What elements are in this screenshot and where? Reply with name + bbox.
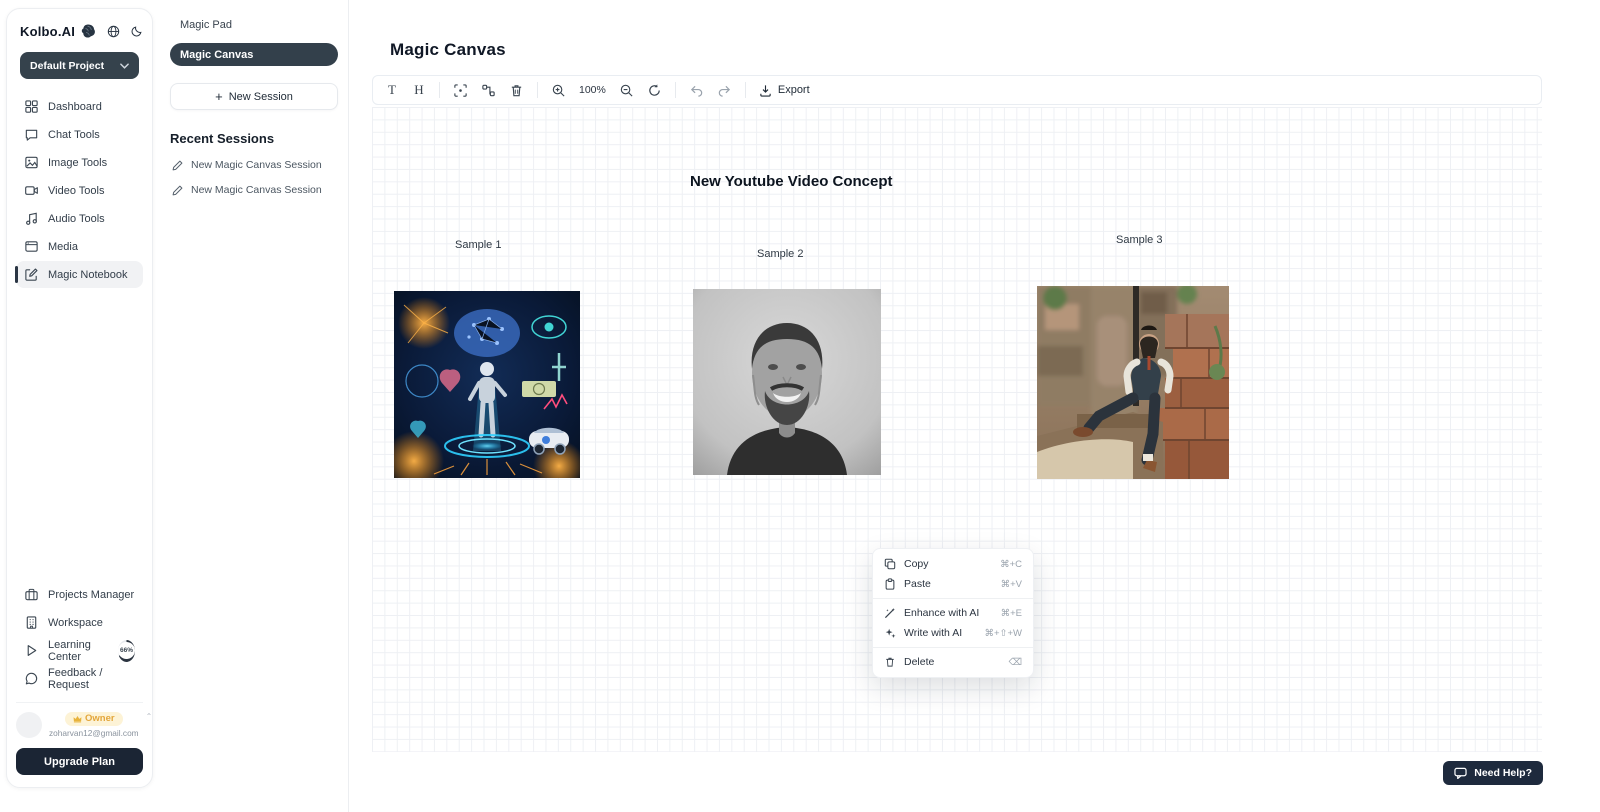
need-help-button[interactable]: Need Help?: [1443, 761, 1543, 785]
project-selector-label: Default Project: [30, 60, 104, 72]
learning-progress-ring: 66%: [118, 640, 135, 662]
magic-canvas-grid[interactable]: New Youtube Video Concept Sample 1 Sampl…: [372, 107, 1542, 752]
play-icon: [24, 643, 39, 658]
sidebar-nav: Dashboard Chat Tools Image Tools Video T…: [16, 93, 143, 288]
paste-icon: [884, 578, 896, 590]
canvas-text-title[interactable]: New Youtube Video Concept: [690, 173, 893, 190]
image-icon: [24, 155, 39, 170]
new-session-button[interactable]: + New Session: [170, 83, 338, 110]
plus-icon: +: [215, 89, 223, 104]
sparkles-icon: [884, 627, 896, 639]
panel-item-magic-canvas[interactable]: Magic Canvas: [170, 43, 338, 66]
media-icon: [24, 239, 39, 254]
context-menu-divider: [873, 647, 1033, 648]
download-icon: [759, 84, 772, 97]
text-tool-button[interactable]: T: [385, 82, 399, 98]
app-logo: Kolbo.AI: [20, 24, 75, 39]
briefcase-icon: [24, 587, 39, 602]
context-menu-paste[interactable]: Paste ⌘+V: [873, 574, 1033, 594]
sidebar-header: Kolbo.AI: [16, 23, 143, 39]
sidebar-bottom-nav: Projects Manager Workspace Learning Cent…: [16, 581, 143, 692]
chat-icon: [24, 127, 39, 142]
copy-icon: [884, 558, 896, 570]
panel-item-magic-pad[interactable]: Magic Pad: [170, 14, 338, 36]
select-area-icon[interactable]: [453, 83, 468, 98]
sidebar-item-workspace[interactable]: Workspace: [16, 609, 143, 636]
sidebar-item-image-tools[interactable]: Image Tools: [16, 149, 143, 176]
context-menu-divider: [873, 598, 1033, 599]
sidebar-item-media[interactable]: Media: [16, 233, 143, 260]
connector-nodes-icon[interactable]: [481, 83, 496, 98]
user-menu-caret-icon: ⌃: [146, 712, 153, 721]
sidebar-item-audio-tools[interactable]: Audio Tools: [16, 205, 143, 232]
canvas-text-sample-2[interactable]: Sample 2: [757, 248, 803, 260]
sidebar-item-learning-center[interactable]: Learning Center 66%: [16, 637, 143, 664]
context-menu-delete[interactable]: Delete ⌫: [873, 652, 1033, 672]
context-menu: Copy ⌘+C Paste ⌘+V Enhance with AI ⌘+E W…: [872, 548, 1034, 678]
heading-tool-button[interactable]: H: [412, 82, 426, 98]
redo-icon[interactable]: [717, 83, 732, 98]
panel-divider: [348, 0, 349, 812]
page-title: Magic Canvas: [390, 40, 506, 60]
project-selector[interactable]: Default Project: [20, 52, 139, 79]
magic-wand-icon: [884, 607, 896, 619]
building-icon: [24, 615, 39, 630]
context-menu-copy[interactable]: Copy ⌘+C: [873, 554, 1033, 574]
video-icon: [24, 183, 39, 198]
brain-logo-icon: [80, 23, 97, 39]
sidebar: Kolbo.AI Default Project Dashboard Chat …: [6, 8, 153, 788]
sidebar-item-projects-manager[interactable]: Projects Manager: [16, 581, 143, 608]
sidebar-item-chat-tools[interactable]: Chat Tools: [16, 121, 143, 148]
dashboard-icon: [24, 99, 39, 114]
reset-view-icon[interactable]: [647, 83, 662, 98]
sidebar-item-magic-notebook[interactable]: Magic Notebook: [16, 261, 143, 288]
session-item[interactable]: New Magic Canvas Session: [170, 159, 338, 171]
zoom-out-icon[interactable]: [619, 83, 634, 98]
zoom-in-icon[interactable]: [551, 83, 566, 98]
music-note-icon: [24, 211, 39, 226]
pencil-icon: [172, 185, 183, 196]
crown-icon: [73, 715, 82, 723]
sidebar-item-feedback-request[interactable]: Feedback / Request: [16, 665, 143, 692]
sidebar-item-dashboard[interactable]: Dashboard: [16, 93, 143, 120]
sidebar-item-video-tools[interactable]: Video Tools: [16, 177, 143, 204]
canvas-image-ai-robot[interactable]: [394, 291, 580, 478]
context-menu-enhance-with-ai[interactable]: Enhance with AI ⌘+E: [873, 603, 1033, 623]
trash-icon[interactable]: [509, 83, 524, 98]
trash-icon: [884, 656, 896, 668]
pencil-icon: [172, 160, 183, 171]
canvas-image-portrait[interactable]: [693, 289, 881, 475]
upgrade-plan-button[interactable]: Upgrade Plan: [16, 748, 143, 775]
export-button[interactable]: Export: [759, 84, 810, 97]
zoom-level: 100%: [579, 84, 606, 96]
canvas-text-sample-3[interactable]: Sample 3: [1116, 234, 1162, 246]
help-chat-icon: [1454, 767, 1467, 779]
user-email: zoharvan12@gmail.com: [49, 728, 139, 738]
chevron-down-icon: [120, 63, 129, 69]
recent-sessions-heading: Recent Sessions: [170, 131, 338, 146]
language-globe-icon[interactable]: [107, 25, 120, 38]
tool-panel: Magic Pad Magic Canvas + New Session Rec…: [160, 0, 348, 812]
dark-mode-moon-icon[interactable]: [131, 25, 143, 37]
user-account[interactable]: Owner zoharvan12@gmail.com ⌃: [16, 702, 143, 738]
session-item[interactable]: New Magic Canvas Session: [170, 184, 338, 196]
undo-icon[interactable]: [689, 83, 704, 98]
learning-progress-value: 66%: [118, 642, 135, 659]
avatar: [16, 712, 42, 738]
notebook-pencil-icon: [24, 267, 39, 282]
canvas-text-sample-1[interactable]: Sample 1: [455, 239, 501, 251]
feedback-bubble-icon: [24, 671, 39, 686]
canvas-image-ruins[interactable]: [1037, 286, 1229, 479]
context-menu-write-with-ai[interactable]: Write with AI ⌘+⇧+W: [873, 623, 1033, 643]
owner-badge: Owner: [65, 712, 123, 726]
canvas-toolbar: T H 100% Export: [372, 75, 1542, 105]
